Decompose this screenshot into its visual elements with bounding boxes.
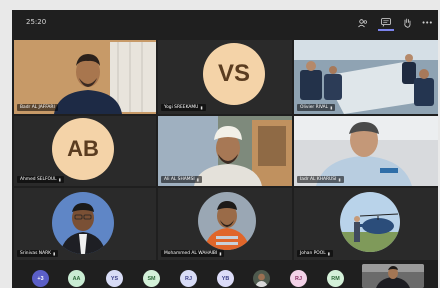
roster-avatar[interactable]: AA (68, 270, 85, 287)
self-view-preview[interactable] (362, 264, 424, 288)
roster-avatar[interactable]: SM (143, 270, 160, 287)
participant-name-tag: Olivier RIVAL ▮ (297, 104, 336, 111)
roster-avatar-photo[interactable] (253, 270, 270, 287)
participant-tile[interactable]: Mohammed AL WAHAIBI ▮ (158, 188, 292, 260)
participant-tile[interactable]: Johan POOL ▮ (294, 188, 438, 260)
participant-name-tag: Srinivas NARK ▮ (17, 250, 59, 257)
roster-avatar[interactable]: RJ (180, 270, 197, 287)
participant-name-tag: Ali AL SHAMSI ▮ (161, 176, 202, 183)
participant-video (294, 40, 438, 114)
microphone-icon: ▮ (200, 105, 203, 110)
participant-name-tag: Ahmed SELFOUL ▮ (17, 176, 64, 183)
participant-name-tag: Badr AL JAFFARI (17, 104, 58, 111)
microphone-icon: ▮ (196, 177, 199, 182)
participant-name-tag: Mohammed AL WAHAIBI ▮ (161, 250, 225, 257)
more-options-icon[interactable]: ••• (419, 15, 435, 31)
meeting-window: 25:20 ••• Badr AL JAFFARI VS Yogi SREEKA… (12, 10, 438, 288)
avatar (198, 192, 256, 250)
chat-icon[interactable] (378, 15, 394, 31)
participant-video (14, 40, 156, 114)
more-participants-button[interactable]: +3 (32, 270, 49, 287)
participant-tile[interactable]: Badr AL JAFFARI (14, 40, 156, 114)
participant-tile[interactable]: Ali AL SHAMSI ▮ (158, 116, 292, 186)
avatar (52, 192, 114, 254)
video-grid: Badr AL JAFFARI VS Yogi SREEKAMU ▮ Olivi… (12, 40, 438, 260)
microphone-icon: ▮ (53, 251, 56, 256)
avatar: AB (52, 118, 114, 180)
microphone-icon: ▮ (330, 105, 333, 110)
participant-tile[interactable]: VS Yogi SREEKAMU ▮ (158, 40, 292, 114)
avatar: VS (203, 43, 265, 105)
participant-tile[interactable]: Iadr AL KHARUSI ▮ (294, 116, 438, 186)
participant-roster: +3 AA YS SM RJ YB RJ RM (12, 262, 438, 288)
meeting-timer: 25:20 (26, 18, 47, 26)
meeting-header: 25:20 ••• (12, 10, 438, 36)
roster-avatar[interactable]: RM (327, 270, 344, 287)
microphone-icon: ▮ (338, 177, 341, 182)
microphone-icon: ▮ (219, 251, 222, 256)
microphone-icon: ▮ (58, 177, 61, 182)
participant-tile[interactable]: AB Ahmed SELFOUL ▮ (14, 116, 156, 186)
participant-name-tag: Iadr AL KHARUSI ▮ (297, 176, 344, 183)
roster-avatar[interactable]: YB (217, 270, 234, 287)
roster-avatar[interactable]: RJ (290, 270, 307, 287)
participant-tile[interactable]: Olivier RIVAL ▮ (294, 40, 438, 114)
microphone-icon: ▮ (327, 251, 330, 256)
participant-name-tag: Yogi SREEKAMU ▮ (161, 104, 206, 111)
roster-avatar[interactable]: YS (106, 270, 123, 287)
participants-icon[interactable] (355, 15, 371, 31)
raise-hand-icon[interactable] (399, 15, 415, 31)
participant-name-tag: Johan POOL ▮ (297, 250, 333, 257)
participant-tile[interactable]: Srinivas NARK ▮ (14, 188, 156, 260)
avatar (340, 192, 400, 252)
